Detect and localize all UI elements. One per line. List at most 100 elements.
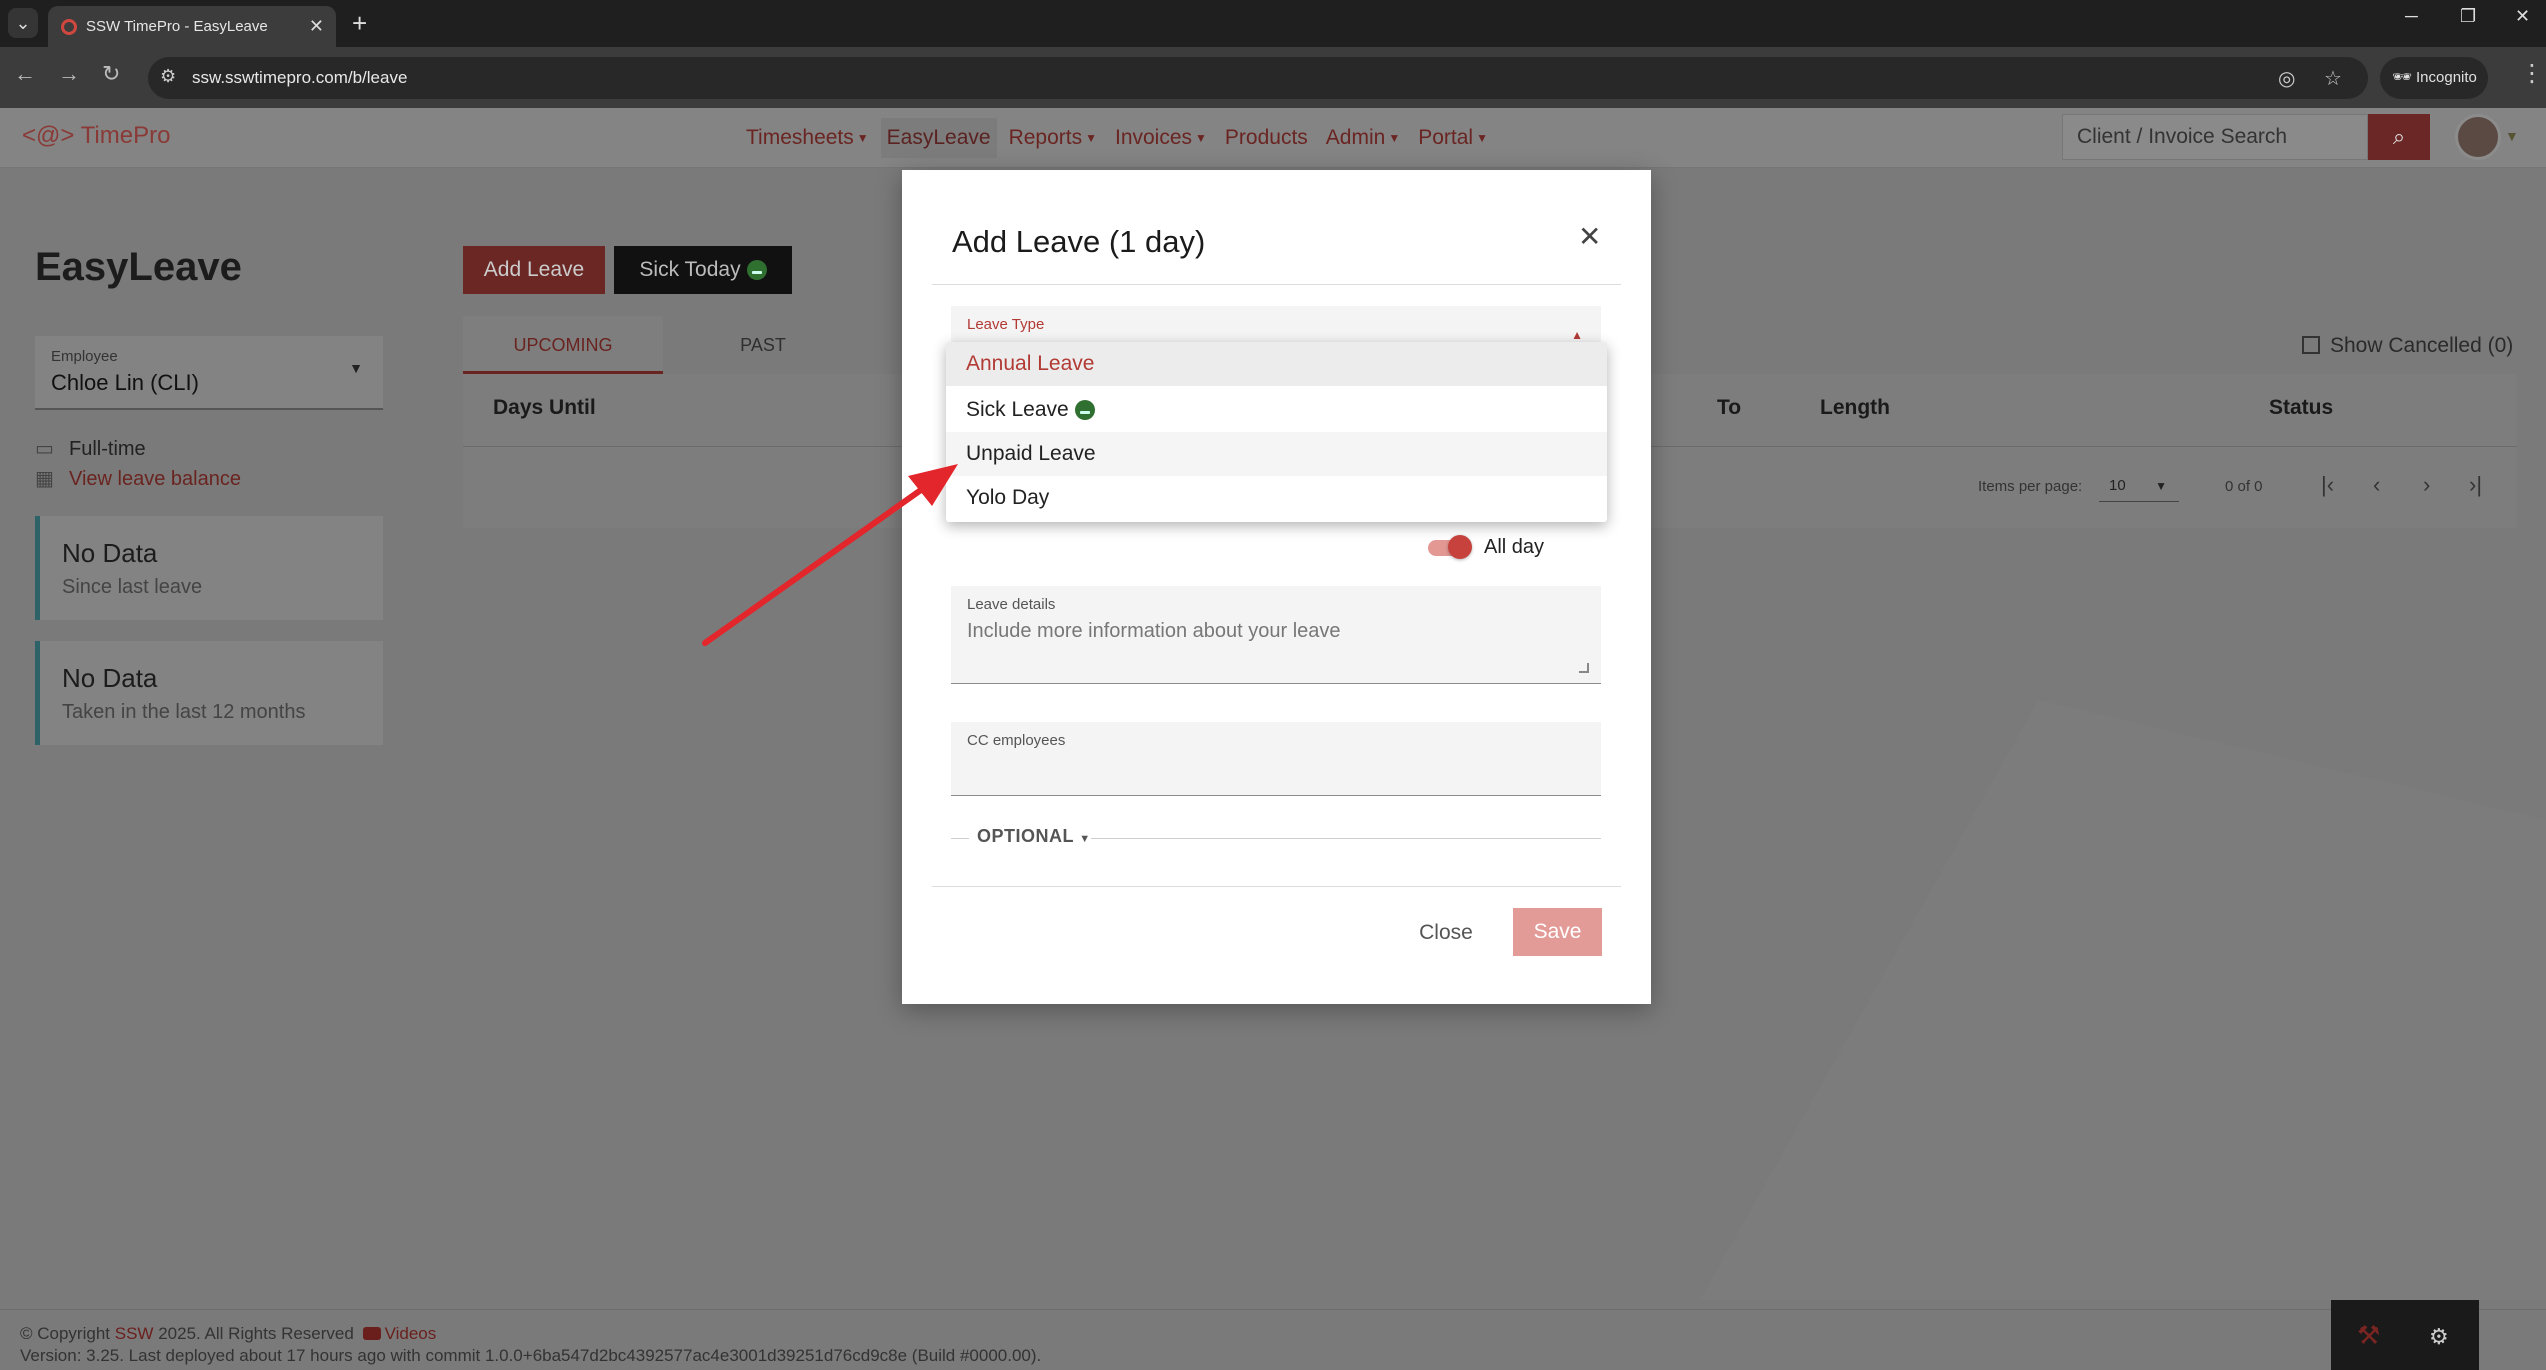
- col-status: Status: [2269, 396, 2334, 419]
- employee-select[interactable]: Employee Chloe Lin (CLI) ▼: [35, 336, 383, 410]
- leave-type-dropdown: Annual Leave Sick Leave Unpaid Leave Yol…: [946, 342, 1607, 522]
- divider-line: [951, 838, 969, 839]
- tab-past[interactable]: PAST: [663, 316, 863, 374]
- address-bar[interactable]: ⚙ ssw.sswtimepro.com/b/leave ◎ ☆: [148, 57, 2368, 99]
- caret-down-icon: ▼: [1195, 131, 1207, 146]
- close-icon[interactable]: ✕: [1578, 220, 1601, 253]
- footer: © Copyright SSW 2025. All Rights Reserve…: [0, 1309, 2546, 1370]
- view-leave-balance-link[interactable]: View leave balance: [69, 468, 241, 490]
- incognito-badge[interactable]: 🕶 Incognito: [2380, 57, 2488, 99]
- eye-off-icon[interactable]: ◎: [2278, 66, 2295, 91]
- search-button[interactable]: ⌕: [2368, 114, 2430, 160]
- main-nav: Timesheets ▼ EasyLeave Reports ▼ Invoices ▼…: [740, 118, 1494, 159]
- items-per-page-select[interactable]: 10 ▼: [2099, 470, 2179, 502]
- restore-icon[interactable]: ❐: [2460, 6, 2476, 27]
- tab-list-button[interactable]: ⌄: [8, 8, 38, 38]
- tab-upcoming[interactable]: UPCOMING: [463, 316, 663, 374]
- caret-down-icon: ▼: [1476, 131, 1488, 146]
- option-yolo-day[interactable]: Yolo Day: [946, 476, 1607, 520]
- close-tab-icon[interactable]: ✕: [309, 6, 324, 47]
- nav-products[interactable]: Products: [1219, 118, 1314, 158]
- first-page-icon[interactable]: |‹: [2321, 472, 2334, 498]
- close-window-icon[interactable]: ✕: [2515, 6, 2530, 27]
- minimize-icon[interactable]: ─: [2405, 6, 2418, 27]
- option-annual-leave[interactable]: Annual Leave: [946, 342, 1607, 386]
- stat-caption: Taken in the last 12 months: [62, 701, 306, 723]
- tab-title: SSW TimePro - EasyLeave: [86, 18, 268, 35]
- view-balance-row: ▦ View leave balance: [35, 466, 241, 491]
- all-day-toggle[interactable]: All day: [1428, 535, 1544, 559]
- bug-icon[interactable]: ⚙: [2429, 1324, 2449, 1350]
- briefcase-icon: ▭: [35, 438, 54, 460]
- incognito-label: Incognito: [2416, 69, 2477, 86]
- range-label: 0 of 0: [2225, 478, 2263, 495]
- save-button[interactable]: Save: [1513, 908, 1602, 956]
- modal-footer-divider: [932, 886, 1621, 887]
- hammer-icon[interactable]: ⚒: [2357, 1320, 2380, 1351]
- leave-details-label: Leave details: [967, 596, 1056, 613]
- timepro-logo[interactable]: <@> TimePro: [22, 122, 170, 150]
- caret-down-icon: ▼: [856, 131, 869, 146]
- timepro-favicon-icon: [61, 19, 77, 35]
- star-icon[interactable]: ☆: [2324, 66, 2342, 91]
- sick-today-button[interactable]: Sick Today: [614, 246, 792, 294]
- items-per-page-label: Items per page:: [1978, 478, 2083, 495]
- dev-tools-panel: ⚒ ⚙: [2331, 1300, 2479, 1370]
- reload-icon[interactable]: ↻: [102, 61, 120, 87]
- back-icon[interactable]: ←: [14, 61, 36, 87]
- leave-details-textarea[interactable]: Leave details Include more information a…: [951, 586, 1601, 684]
- divider-line: [1091, 838, 1601, 839]
- forward-icon[interactable]: →: [58, 61, 80, 87]
- option-unpaid-leave[interactable]: Unpaid Leave: [946, 432, 1607, 476]
- show-cancelled-checkbox[interactable]: Show Cancelled (0): [2302, 334, 2513, 358]
- stat-card-since-last-leave: No Data Since last leave: [35, 516, 383, 620]
- nav-easyleave[interactable]: EasyLeave: [880, 118, 997, 159]
- nav-admin[interactable]: Admin ▼: [1320, 118, 1406, 158]
- stat-value: No Data: [62, 663, 158, 693]
- prev-page-icon[interactable]: ‹: [2373, 472, 2380, 498]
- browser-tab[interactable]: SSW TimePro - EasyLeave ✕: [48, 6, 336, 47]
- browser-tab-bar: ⌄ SSW TimePro - EasyLeave ✕ + ─ ❐ ✕: [0, 0, 2546, 47]
- cc-employees-input[interactable]: CC employees: [951, 722, 1601, 796]
- youtube-icon: [362, 1327, 381, 1340]
- modal-title: Add Leave (1 day): [952, 224, 1206, 259]
- logo-mark: <@>: [22, 122, 75, 149]
- caret-down-icon: ▼: [1388, 131, 1401, 146]
- logo-text: TimePro: [80, 122, 171, 149]
- client-invoice-search-input[interactable]: Client / Invoice Search: [2062, 114, 2368, 160]
- option-sick-leave[interactable]: Sick Leave: [946, 388, 1607, 432]
- sick-face-icon: [1074, 400, 1095, 421]
- app-header: <@> TimePro Timesheets ▼ EasyLeave Report…: [0, 108, 2546, 168]
- close-button[interactable]: Close: [1406, 910, 1486, 956]
- chevron-down-icon: ▼: [349, 360, 363, 376]
- nav-reports[interactable]: Reports ▼: [1003, 118, 1103, 158]
- chevron-up-icon: ▲: [1571, 328, 1583, 342]
- stat-value: No Data: [62, 538, 158, 568]
- caret-down-icon: ▼: [1079, 833, 1091, 845]
- version-line: Version: 3.25. Last deployed about 17 ho…: [20, 1346, 1042, 1365]
- browser-toolbar: ← → ↻ ⚙ ssw.sswtimepro.com/b/leave ◎ ☆ 🕶…: [0, 47, 2546, 108]
- background-decoration: [1700, 700, 2546, 1300]
- ssw-link[interactable]: SSW: [115, 1324, 154, 1343]
- last-page-icon[interactable]: ›|: [2469, 472, 2482, 498]
- resize-handle-icon[interactable]: [1579, 663, 1589, 673]
- nav-timesheets[interactable]: Timesheets ▼: [740, 118, 875, 158]
- nav-invoices[interactable]: Invoices ▼: [1109, 118, 1213, 158]
- user-avatar[interactable]: [2455, 114, 2501, 160]
- next-page-icon[interactable]: ›: [2423, 472, 2430, 498]
- optional-section-toggle[interactable]: OPTIONAL ▼: [951, 824, 1601, 852]
- leave-type-label: Leave Type: [967, 316, 1045, 333]
- site-info-icon[interactable]: ⚙: [160, 66, 176, 87]
- browser-menu-icon[interactable]: ⋮: [2520, 59, 2544, 88]
- add-leave-modal: Add Leave (1 day) ✕ Leave Type ▲ All day…: [902, 170, 1651, 1004]
- chevron-down-icon: ▼: [2155, 479, 2167, 493]
- leave-details-placeholder: Include more information about your leav…: [967, 620, 1341, 642]
- add-leave-button[interactable]: Add Leave: [463, 246, 605, 294]
- sick-face-icon: [746, 260, 767, 281]
- avatar-caret-icon[interactable]: ▼: [2505, 128, 2519, 144]
- videos-link[interactable]: Videos: [385, 1324, 437, 1343]
- new-tab-icon[interactable]: +: [352, 8, 367, 38]
- nav-portal[interactable]: Portal ▼: [1412, 118, 1494, 158]
- incognito-icon: 🕶: [2392, 69, 2413, 86]
- toggle-switch[interactable]: [1428, 535, 1472, 559]
